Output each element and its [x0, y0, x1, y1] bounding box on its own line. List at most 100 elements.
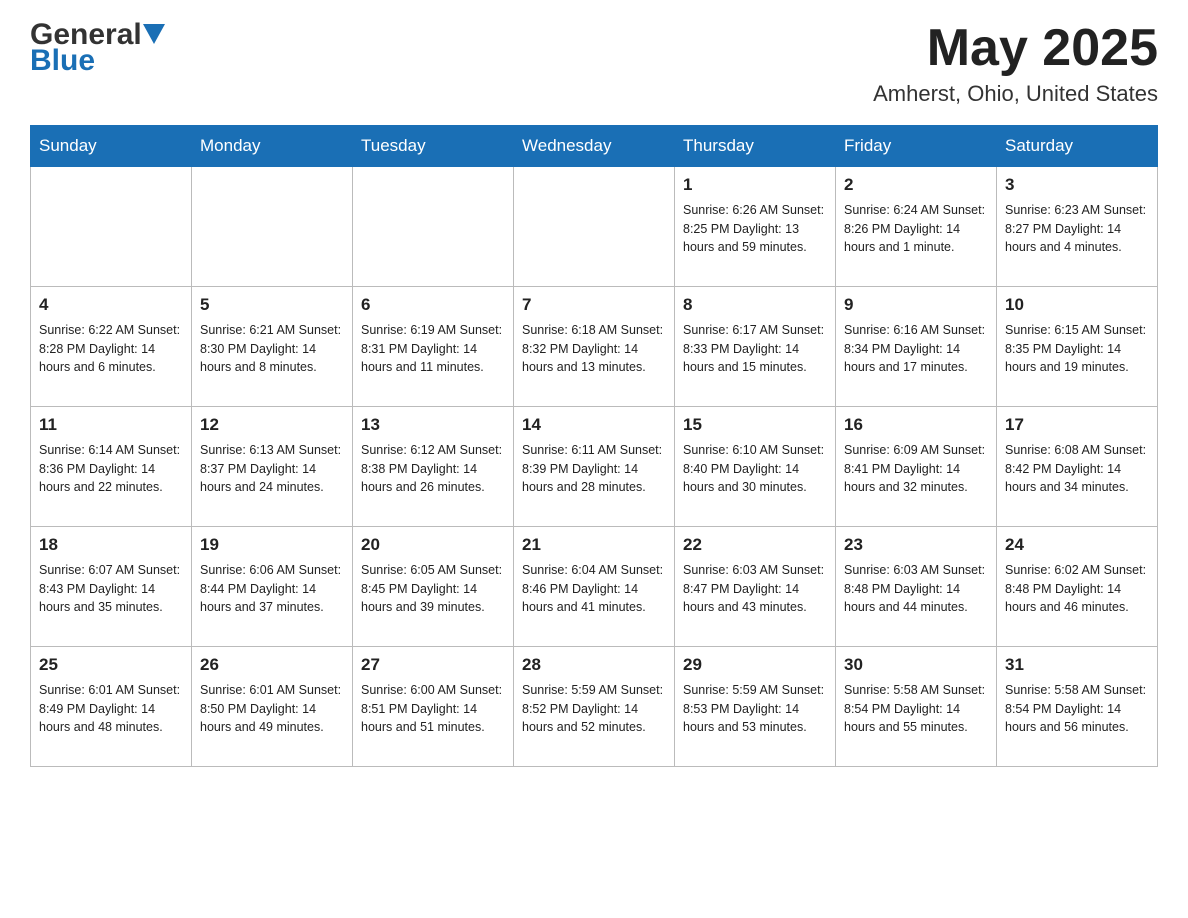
day-info: Sunrise: 6:01 AM Sunset: 8:50 PM Dayligh…	[200, 681, 344, 737]
calendar-cell: 7Sunrise: 6:18 AM Sunset: 8:32 PM Daylig…	[514, 287, 675, 407]
calendar-cell: 10 Sunrise: 6:15 AM Sunset: 8:35 PM Dayli…	[997, 287, 1158, 407]
day-info: Sunrise: 6:26 AM Sunset: 8:25 PM Dayligh…	[683, 201, 827, 257]
day-info: Sunrise: 5:59 AM Sunset: 8:53 PM Dayligh…	[683, 681, 827, 737]
calendar-cell	[353, 167, 514, 287]
calendar-cell: 29 Sunrise: 5:59 AM Sunset: 8:53 PM Dayli…	[675, 647, 836, 767]
day-number: 19	[200, 533, 344, 558]
calendar-cell: 24Sunrise: 6:02 AM Sunset: 8:48 PM Dayli…	[997, 527, 1158, 647]
day-number: 26	[200, 653, 344, 678]
col-saturday: Saturday	[997, 126, 1158, 167]
calendar-header-row: Sunday Monday Tuesday Wednesday Thursday…	[31, 126, 1158, 167]
calendar-cell: 19Sunrise: 6:06 AM Sunset: 8:44 PM Dayli…	[192, 527, 353, 647]
day-number: 12	[200, 413, 344, 438]
calendar-cell: 26 Sunrise: 6:01 AM Sunset: 8:50 PM Dayli…	[192, 647, 353, 767]
calendar-cell: 25Sunrise: 6:01 AM Sunset: 8:49 PM Dayli…	[31, 647, 192, 767]
day-info: Sunrise: 6:23 AM Sunset: 8:27 PM Dayligh…	[1005, 201, 1149, 257]
day-number: 6	[361, 293, 505, 318]
calendar-cell: 15 Sunrise: 6:10 AM Sunset: 8:40 PM Dayli…	[675, 407, 836, 527]
day-number: 29	[683, 653, 827, 678]
day-number: 3	[1005, 173, 1149, 198]
day-number: 20	[361, 533, 505, 558]
day-info: Sunrise: 6:12 AM Sunset: 8:38 PM Dayligh…	[361, 441, 505, 497]
calendar-cell: 6 Sunrise: 6:19 AM Sunset: 8:31 PM Daylig…	[353, 287, 514, 407]
month-title: May 2025	[873, 20, 1158, 77]
day-number: 13	[361, 413, 505, 438]
calendar-table: Sunday Monday Tuesday Wednesday Thursday…	[30, 125, 1158, 767]
day-number: 9	[844, 293, 988, 318]
day-info: Sunrise: 6:09 AM Sunset: 8:41 PM Dayligh…	[844, 441, 988, 497]
day-info: Sunrise: 6:03 AM Sunset: 8:48 PM Dayligh…	[844, 561, 988, 617]
calendar-cell: 17 Sunrise: 6:08 AM Sunset: 8:42 PM Dayli…	[997, 407, 1158, 527]
calendar-cell	[192, 167, 353, 287]
calendar-cell: 8 Sunrise: 6:17 AM Sunset: 8:33 PM Daylig…	[675, 287, 836, 407]
day-number: 8	[683, 293, 827, 318]
calendar-week-2: 4Sunrise: 6:22 AM Sunset: 8:28 PM Daylig…	[31, 287, 1158, 407]
calendar-cell: 22 Sunrise: 6:03 AM Sunset: 8:47 PM Dayli…	[675, 527, 836, 647]
day-number: 17	[1005, 413, 1149, 438]
calendar-cell: 21 Sunrise: 6:04 AM Sunset: 8:46 PM Dayli…	[514, 527, 675, 647]
calendar-week-4: 18 Sunrise: 6:07 AM Sunset: 8:43 PM Dayli…	[31, 527, 1158, 647]
calendar-cell: 1 Sunrise: 6:26 AM Sunset: 8:25 PM Daylig…	[675, 167, 836, 287]
calendar-cell: 28 Sunrise: 5:59 AM Sunset: 8:52 PM Dayli…	[514, 647, 675, 767]
day-info: Sunrise: 5:59 AM Sunset: 8:52 PM Dayligh…	[522, 681, 666, 737]
calendar-cell	[31, 167, 192, 287]
page-header: General Blue May 2025 Amherst, Ohio, Uni…	[30, 20, 1158, 107]
day-info: Sunrise: 6:21 AM Sunset: 8:30 PM Dayligh…	[200, 321, 344, 377]
day-number: 22	[683, 533, 827, 558]
day-number: 27	[361, 653, 505, 678]
calendar-cell: 3 Sunrise: 6:23 AM Sunset: 8:27 PM Daylig…	[997, 167, 1158, 287]
calendar-cell: 16 Sunrise: 6:09 AM Sunset: 8:41 PM Dayli…	[836, 407, 997, 527]
day-number: 15	[683, 413, 827, 438]
day-info: Sunrise: 6:05 AM Sunset: 8:45 PM Dayligh…	[361, 561, 505, 617]
day-info: Sunrise: 6:15 AM Sunset: 8:35 PM Dayligh…	[1005, 321, 1149, 377]
day-number: 21	[522, 533, 666, 558]
calendar-cell: 11 Sunrise: 6:14 AM Sunset: 8:36 PM Dayli…	[31, 407, 192, 527]
day-info: Sunrise: 6:17 AM Sunset: 8:33 PM Dayligh…	[683, 321, 827, 377]
day-number: 1	[683, 173, 827, 198]
col-sunday: Sunday	[31, 126, 192, 167]
calendar-cell: 4Sunrise: 6:22 AM Sunset: 8:28 PM Daylig…	[31, 287, 192, 407]
calendar-cell: 23 Sunrise: 6:03 AM Sunset: 8:48 PM Dayli…	[836, 527, 997, 647]
day-info: Sunrise: 6:00 AM Sunset: 8:51 PM Dayligh…	[361, 681, 505, 737]
day-info: Sunrise: 6:16 AM Sunset: 8:34 PM Dayligh…	[844, 321, 988, 377]
calendar-cell: 20 Sunrise: 6:05 AM Sunset: 8:45 PM Dayli…	[353, 527, 514, 647]
col-wednesday: Wednesday	[514, 126, 675, 167]
title-area: May 2025 Amherst, Ohio, United States	[873, 20, 1158, 107]
day-number: 10	[1005, 293, 1149, 318]
day-number: 16	[844, 413, 988, 438]
calendar-week-5: 25Sunrise: 6:01 AM Sunset: 8:49 PM Dayli…	[31, 647, 1158, 767]
day-number: 23	[844, 533, 988, 558]
calendar-cell: 13 Sunrise: 6:12 AM Sunset: 8:38 PM Dayli…	[353, 407, 514, 527]
col-thursday: Thursday	[675, 126, 836, 167]
day-info: Sunrise: 6:14 AM Sunset: 8:36 PM Dayligh…	[39, 441, 183, 497]
logo: General Blue	[30, 20, 165, 78]
calendar-week-3: 11 Sunrise: 6:14 AM Sunset: 8:36 PM Dayli…	[31, 407, 1158, 527]
day-info: Sunrise: 6:07 AM Sunset: 8:43 PM Dayligh…	[39, 561, 183, 617]
day-number: 28	[522, 653, 666, 678]
day-info: Sunrise: 5:58 AM Sunset: 8:54 PM Dayligh…	[844, 681, 988, 737]
day-info: Sunrise: 6:01 AM Sunset: 8:49 PM Dayligh…	[39, 681, 183, 737]
calendar-cell: 12Sunrise: 6:13 AM Sunset: 8:37 PM Dayli…	[192, 407, 353, 527]
location-title: Amherst, Ohio, United States	[873, 81, 1158, 107]
day-info: Sunrise: 6:04 AM Sunset: 8:46 PM Dayligh…	[522, 561, 666, 617]
logo-triangle-icon	[143, 24, 165, 46]
calendar-week-1: 1 Sunrise: 6:26 AM Sunset: 8:25 PM Daylig…	[31, 167, 1158, 287]
day-info: Sunrise: 6:18 AM Sunset: 8:32 PM Dayligh…	[522, 321, 666, 377]
day-info: Sunrise: 6:19 AM Sunset: 8:31 PM Dayligh…	[361, 321, 505, 377]
day-info: Sunrise: 6:10 AM Sunset: 8:40 PM Dayligh…	[683, 441, 827, 497]
day-number: 11	[39, 413, 183, 438]
day-info: Sunrise: 6:22 AM Sunset: 8:28 PM Dayligh…	[39, 321, 183, 377]
day-info: Sunrise: 5:58 AM Sunset: 8:54 PM Dayligh…	[1005, 681, 1149, 737]
day-info: Sunrise: 6:24 AM Sunset: 8:26 PM Dayligh…	[844, 201, 988, 257]
calendar-cell: 14 Sunrise: 6:11 AM Sunset: 8:39 PM Dayli…	[514, 407, 675, 527]
day-number: 30	[844, 653, 988, 678]
day-info: Sunrise: 6:11 AM Sunset: 8:39 PM Dayligh…	[522, 441, 666, 497]
calendar-cell: 31Sunrise: 5:58 AM Sunset: 8:54 PM Dayli…	[997, 647, 1158, 767]
calendar-cell: 5Sunrise: 6:21 AM Sunset: 8:30 PM Daylig…	[192, 287, 353, 407]
calendar-cell: 18 Sunrise: 6:07 AM Sunset: 8:43 PM Dayli…	[31, 527, 192, 647]
day-info: Sunrise: 6:08 AM Sunset: 8:42 PM Dayligh…	[1005, 441, 1149, 497]
day-number: 18	[39, 533, 183, 558]
day-number: 2	[844, 173, 988, 198]
day-info: Sunrise: 6:03 AM Sunset: 8:47 PM Dayligh…	[683, 561, 827, 617]
day-number: 14	[522, 413, 666, 438]
